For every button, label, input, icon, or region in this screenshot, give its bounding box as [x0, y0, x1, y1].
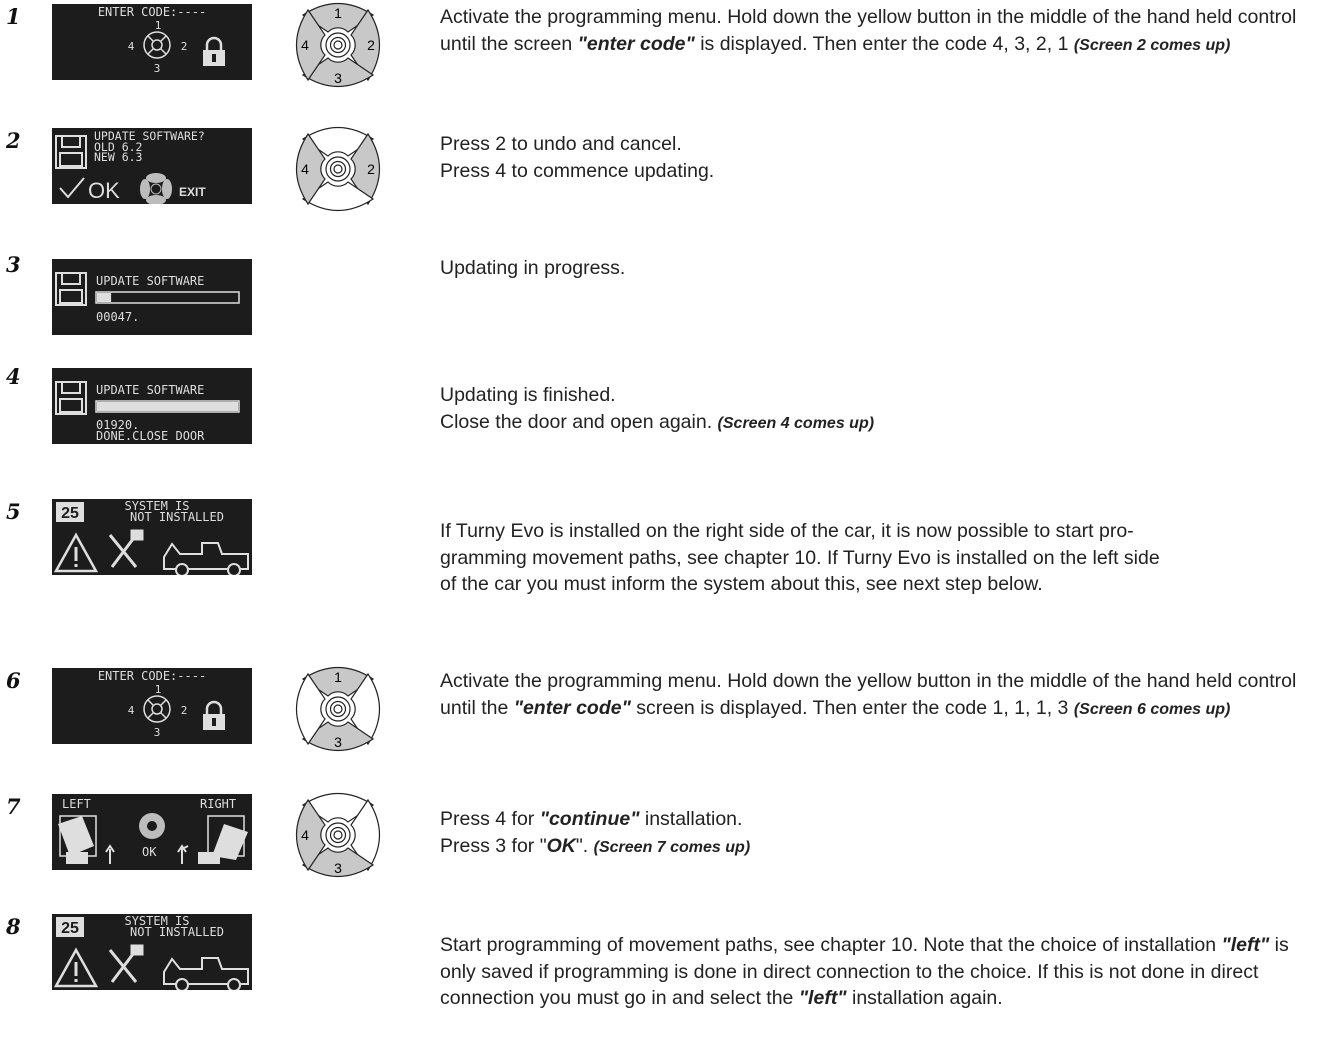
- screen-key-label: 3: [154, 62, 161, 75]
- screen-key-label: 4: [128, 40, 135, 53]
- arrow-up-icon: [105, 844, 115, 864]
- warning-icon: [53, 947, 99, 988]
- screen-key-label: 1: [155, 19, 162, 32]
- seat-left-icon: [58, 815, 97, 864]
- step-number: 8: [6, 914, 21, 939]
- floppy-disk-icon: [55, 135, 87, 169]
- step-description: Press 4 for "continue" installation. Pre…: [440, 808, 751, 857]
- tools-icon: [108, 944, 144, 983]
- screen-title: ENTER CODE:----: [98, 5, 206, 19]
- svg-text:NOT INSTALLED: NOT INSTALLED: [130, 925, 224, 939]
- progress-fill: [97, 293, 112, 302]
- dpad-icon: [143, 695, 171, 723]
- display-screen-update-prompt: UPDATE SOFTWARE? OLD 6.2 NEW 6.3 OK EXIT: [52, 128, 252, 204]
- step-description: If Turny Evo is installed on the right s…: [440, 520, 1160, 596]
- svg-text:EXIT: EXIT: [179, 185, 206, 199]
- svg-text:3: 3: [154, 726, 161, 739]
- tow-truck-icon: [163, 542, 249, 575]
- pad-key-label: 4: [301, 161, 309, 177]
- progress-bar: [95, 291, 240, 304]
- svg-text:25: 25: [61, 505, 79, 522]
- hand-control-dpad: 1 3: [296, 667, 380, 751]
- step-description: Activate the programming menu. Hold down…: [440, 6, 1297, 55]
- step-number: 7: [6, 794, 21, 819]
- pad-key-label: 2: [367, 161, 375, 177]
- step-description: Updating is finished. Close the door and…: [440, 384, 875, 433]
- svg-text:NOT INSTALLED: NOT INSTALLED: [130, 510, 224, 524]
- floppy-disk-icon: [55, 272, 87, 306]
- svg-text:NEW 6.3: NEW 6.3: [94, 150, 143, 164]
- warning-icon: [53, 532, 99, 573]
- svg-text:RIGHT: RIGHT: [200, 797, 236, 811]
- checkmark-icon: [59, 177, 85, 199]
- step-description: Press 2 to undo and cancel. Press 4 to c…: [440, 133, 715, 182]
- display-screen-system-status: 25 SYSTEM IS NOT INSTALLED: [52, 914, 252, 990]
- svg-text:1: 1: [155, 683, 162, 696]
- dpad-icon: [139, 813, 165, 839]
- step-number: 5: [6, 499, 21, 524]
- arrow-up-icon: [177, 844, 189, 864]
- display-screen-enter-code: ENTER CODE:---- 1 4 2 3: [52, 4, 252, 80]
- seat-right-icon: [198, 815, 248, 864]
- svg-text:LEFT: LEFT: [62, 797, 91, 811]
- tools-icon: [108, 529, 144, 568]
- tow-truck-icon: [163, 957, 249, 990]
- svg-text:OK: OK: [142, 845, 157, 859]
- display-screen-enter-code: ENTER CODE:---- 1 4 2 3: [52, 668, 252, 744]
- step-number: 3: [6, 252, 21, 277]
- svg-text:ENTER CODE:----: ENTER CODE:----: [98, 669, 206, 683]
- lock-icon: [203, 36, 225, 66]
- step-description: Updating in progress.: [440, 257, 626, 279]
- display-screen-progress: UPDATE SOFTWARE 00047.: [52, 259, 252, 335]
- svg-text:00047.: 00047.: [96, 310, 139, 324]
- screen-key-label: 2: [181, 40, 188, 53]
- pad-key-label: 4: [301, 37, 309, 53]
- display-screen-progress-done: UPDATE SOFTWARE 01920. DONE.CLOSE DOOR: [52, 368, 252, 444]
- dpad-icon: [143, 31, 171, 59]
- pad-key-label: 4: [301, 827, 309, 843]
- progress-fill: [97, 402, 238, 411]
- dpad-icon: [140, 173, 172, 204]
- pad-key-label: 3: [334, 734, 342, 750]
- hand-control-dpad: 4 3: [296, 793, 380, 877]
- step-description: Activate the programming menu. Hold down…: [440, 670, 1297, 719]
- pad-key-label: 1: [334, 5, 342, 21]
- svg-text:25: 25: [61, 920, 79, 937]
- pad-key-label: 1: [334, 669, 342, 685]
- step-number: 4: [6, 364, 21, 389]
- hand-control-dpad: 1 4 2 3: [296, 3, 380, 87]
- svg-text:2: 2: [181, 704, 188, 717]
- pad-key-label: 2: [367, 37, 375, 53]
- svg-text:UPDATE SOFTWARE: UPDATE SOFTWARE: [96, 383, 204, 397]
- hand-control-dpad: 4 2: [296, 127, 380, 211]
- pad-key-label: 3: [334, 860, 342, 876]
- svg-text:DONE.CLOSE DOOR: DONE.CLOSE DOOR: [96, 429, 205, 443]
- svg-text:4: 4: [128, 704, 135, 717]
- step-description: Start programming of movement paths, see…: [440, 934, 1289, 1010]
- svg-text:UPDATE SOFTWARE: UPDATE SOFTWARE: [96, 274, 204, 288]
- step-number: 6: [6, 668, 21, 693]
- display-screen-install-side: LEFT RIGHT OK: [52, 794, 252, 870]
- step-number: 1: [6, 4, 21, 29]
- step-number: 2: [6, 128, 21, 153]
- lock-icon: [203, 700, 225, 730]
- floppy-disk-icon: [55, 381, 87, 415]
- display-screen-system-status: 25 SYSTEM IS NOT INSTALLED: [52, 499, 252, 575]
- svg-text:OK: OK: [88, 178, 120, 203]
- pad-key-label: 3: [334, 70, 342, 86]
